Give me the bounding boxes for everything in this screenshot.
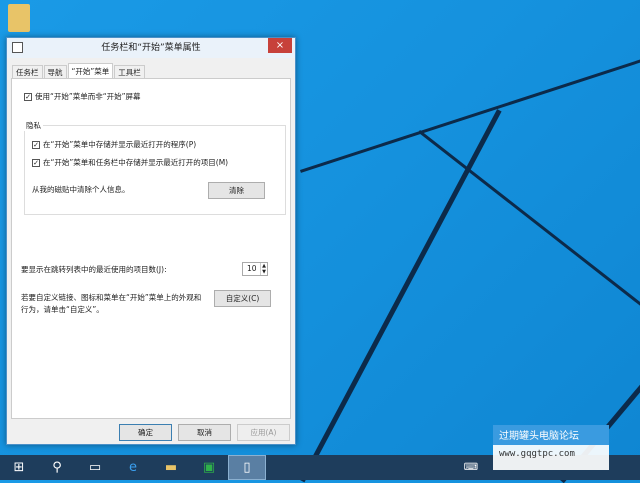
taskbar-start-properties-dialog: 任务栏和“开始”菜单属性 × 任务栏 导航 “开始”菜单 工具栏 ✓ 使用“开始”… — [6, 37, 296, 445]
taskbar-properties-app-icon[interactable]: ▯ — [228, 455, 266, 480]
tab-panel: ✓ 使用“开始”菜单而非“开始”屏幕 隐私 ✓ 在“开始”菜单中存储并显示最近打开的… — [11, 78, 291, 419]
file-explorer-icon[interactable]: ▬ — [152, 455, 190, 480]
checkbox-label: 在“开始”菜单中存储并显示最近打开的程序(P) — [43, 140, 197, 149]
spin-arrows-icon[interactable]: ▲ ▼ — [260, 263, 267, 275]
watermark-name: 过期罐头电脑论坛 — [493, 425, 609, 445]
forum-watermark: 过期罐头电脑论坛 www.gqgtpc.com — [493, 425, 609, 470]
clear-button[interactable]: 清除 — [208, 182, 265, 199]
customize-button[interactable]: 自定义(C) — [214, 290, 271, 307]
wallpaper-line — [300, 109, 502, 483]
touch-keyboard-icon[interactable]: ⌨ — [452, 455, 490, 480]
window-icon — [12, 42, 23, 53]
title-bar: 任务栏和“开始”菜单属性 × — [7, 38, 295, 58]
tab-navigation[interactable]: 导航 — [43, 65, 67, 79]
close-button[interactable]: × — [268, 38, 292, 53]
privacy-label: 隐私 — [24, 120, 43, 131]
customize-text-2: 行为，请单击“自定义”。 — [21, 305, 104, 314]
store-items-checkbox[interactable]: ✓ 在“开始”菜单和任务栏中存储并显示最近打开的项目(M) — [32, 157, 228, 168]
checkmark-icon: ✓ — [32, 140, 40, 149]
jumplist-value: 10 — [247, 264, 257, 273]
jumplist-label: 要显示在跳转列表中的最近使用的项目数(J): — [21, 265, 167, 274]
clear-text: 从我的磁贴中清除个人信息。 — [32, 185, 130, 194]
store-programs-checkbox[interactable]: ✓ 在“开始”菜单中存储并显示最近打开的程序(P) — [32, 139, 196, 150]
tab-toolbars[interactable]: 工具栏 — [114, 65, 145, 79]
watermark-url: www.gqgtpc.com — [499, 449, 575, 459]
start-button-windows-icon[interactable]: ⊞ — [0, 455, 38, 480]
internet-explorer-icon[interactable]: e — [114, 455, 152, 480]
customize-text-1: 若要自定义链接、图标和菜单在“开始”菜单上的外观和 — [21, 293, 202, 302]
tab-taskbar[interactable]: 任务栏 — [12, 65, 43, 79]
store-icon[interactable]: ▣ — [190, 455, 228, 480]
wallpaper-line — [418, 130, 640, 318]
checkmark-icon: ✓ — [24, 92, 32, 101]
apply-button[interactable]: 应用(A) — [237, 424, 290, 441]
checkbox-label: 在“开始”菜单和任务栏中存储并显示最近打开的项目(M) — [43, 158, 229, 167]
use-start-menu-checkbox[interactable]: ✓ 使用“开始”菜单而非“开始”屏幕 — [24, 91, 141, 102]
dialog-title: 任务栏和“开始”菜单属性 — [101, 43, 201, 53]
ok-button[interactable]: 确定 — [119, 424, 172, 441]
checkbox-label: 使用“开始”菜单而非“开始”屏幕 — [35, 92, 141, 101]
wallpaper-line — [300, 46, 640, 173]
cancel-button[interactable]: 取消 — [178, 424, 231, 441]
search-icon[interactable]: ⚲ — [38, 455, 76, 480]
jumplist-count-stepper[interactable]: 10 ▲ ▼ — [242, 262, 268, 276]
desktop-user-folder-icon[interactable] — [8, 4, 30, 32]
task-view-icon[interactable]: ▭ — [76, 455, 114, 480]
tab-start-menu[interactable]: “开始”菜单 — [67, 63, 114, 78]
checkmark-icon: ✓ — [32, 158, 40, 167]
